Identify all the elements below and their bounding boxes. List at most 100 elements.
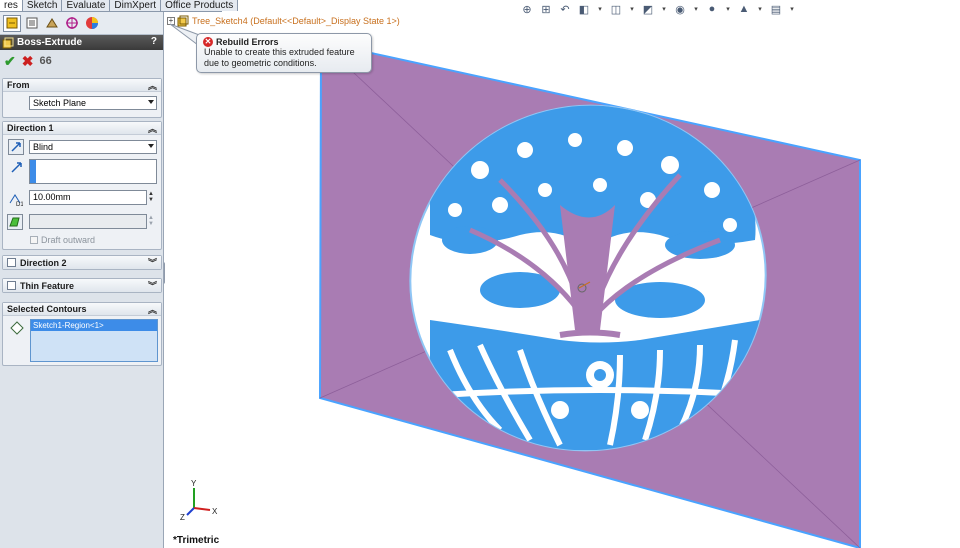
extrude-icon — [2, 37, 14, 48]
chevron-down-icon[interactable]: ▾ — [724, 2, 732, 16]
section-view-icon[interactable]: ◧ — [577, 2, 591, 16]
draft-outward-checkbox[interactable] — [30, 236, 38, 244]
zoom-to-area-icon[interactable]: ⊞ — [539, 2, 553, 16]
configuration-icon — [46, 18, 58, 28]
command-manager-tabs: res Sketch Evaluate DimXpert Office Prod… — [0, 0, 239, 12]
selected-contours-group-header[interactable]: Selected Contours ︽ — [3, 303, 161, 316]
help-button[interactable]: ? — [151, 36, 157, 47]
chevron-down-icon[interactable]: ▾ — [660, 2, 668, 16]
feature-tree-icon — [6, 17, 18, 29]
selected-contours-label: Selected Contours — [7, 304, 87, 314]
selected-contours-list[interactable]: Sketch1-Region<1> — [30, 319, 158, 362]
tab-office-products[interactable]: Office Products — [161, 0, 239, 11]
crosshair-icon — [66, 17, 78, 29]
direction2-label: Direction 2 — [20, 257, 67, 268]
selected-contours-group: Selected Contours ︽ Sketch1-Region<1> — [2, 302, 162, 366]
view-settings-icon[interactable]: ▤ — [769, 2, 783, 16]
part-name: Tree_Sketch4 (Default<<Default>_Display … — [192, 16, 400, 26]
x-axis-label: X — [212, 507, 218, 516]
display-manager-tab[interactable] — [83, 15, 101, 32]
direction2-group-header[interactable]: Direction 2 ︾ — [3, 256, 161, 269]
tab-sketch[interactable]: Sketch — [22, 0, 63, 11]
from-label: From — [7, 80, 30, 90]
draft-angle-input[interactable] — [29, 214, 147, 229]
chevron-down-icon[interactable]: ▾ — [692, 2, 700, 16]
property-manager-panel: Boss-Extrude ? ✔ ✖ 66 From ︽ Sketch Plan… — [0, 12, 164, 548]
model-view[interactable] — [165, 12, 960, 548]
thin-feature-checkbox[interactable] — [7, 281, 16, 290]
cancel-x-icon[interactable]: ✖ — [22, 54, 34, 68]
graphics-area[interactable] — [165, 12, 960, 548]
from-select[interactable]: Sketch Plane — [29, 96, 157, 110]
rebuild-error-line1: Unable to create this extruded feature — [204, 47, 355, 57]
property-manager-actions: ✔ ✖ 66 — [0, 50, 163, 72]
dropdown-arrow-icon — [148, 100, 154, 104]
y-axis-label: Y — [191, 479, 197, 488]
svg-text:D1: D1 — [16, 202, 23, 207]
display-style-icon[interactable]: ◩ — [641, 2, 655, 16]
scene-icon[interactable]: ▲ — [737, 2, 751, 16]
feature-title: Boss-Extrude — [17, 37, 83, 48]
direction2-group: Direction 2 ︾ — [2, 255, 162, 270]
appearance-icon[interactable]: ● — [705, 2, 719, 16]
heads-up-view-toolbar: ⊕ ⊞ ↶ ◧ ▾ ◫ ▾ ◩ ▾ ◉ ▾ ● ▾ ▲ ▾ ▤ ▾ — [520, 2, 796, 16]
end-condition-select[interactable]: Blind — [29, 140, 157, 154]
list-item[interactable]: Sketch1-Region<1> — [31, 320, 157, 331]
from-group-header[interactable]: From ︽ — [3, 79, 161, 92]
direction1-group-header[interactable]: Direction 1 ︽ — [3, 122, 161, 135]
draft-outward-label: Draft outward — [41, 235, 96, 245]
rebuild-error-title-row: ✕ Rebuild Errors — [203, 37, 365, 47]
reverse-direction-icon[interactable] — [8, 139, 24, 155]
tab-features[interactable]: res — [0, 0, 23, 11]
configuration-manager-tab[interactable] — [43, 15, 61, 32]
direction1-label: Direction 1 — [7, 123, 54, 133]
chevron-down-icon[interactable]: ▾ — [756, 2, 764, 16]
end-condition-value: Blind — [33, 142, 54, 152]
draft-angle-spinner[interactable]: ▲ ▼ — [148, 215, 154, 227]
solidworks-window: res Sketch Evaluate DimXpert Office Prod… — [0, 0, 960, 548]
direction1-group: Direction 1 ︽ Blind D1 10.00mm ▲ ▼ ▲ ▼ Dr — [2, 121, 162, 250]
expand-chevron-icon[interactable]: ︾ — [148, 279, 157, 292]
detailed-preview-icon[interactable]: 66 — [39, 54, 51, 68]
x-axis-line — [193, 507, 211, 511]
direction-reference-field[interactable] — [29, 159, 157, 184]
tab-evaluate[interactable]: Evaluate — [62, 0, 111, 11]
chevron-down-icon[interactable]: ▾ — [788, 2, 796, 16]
chevron-down-icon[interactable]: ▾ — [596, 2, 604, 16]
depth-input[interactable]: 10.00mm — [29, 190, 147, 205]
chevron-down-icon[interactable]: ▾ — [628, 2, 636, 16]
property-manager-title: Boss-Extrude ? — [0, 35, 163, 50]
feature-manager-tab[interactable] — [3, 14, 21, 32]
thin-feature-group: Thin Feature ︾ — [2, 278, 162, 293]
hide-show-items-icon[interactable]: ◉ — [673, 2, 687, 16]
ok-checkmark-icon[interactable]: ✔ — [4, 54, 16, 68]
contour-diamond-icon — [10, 321, 24, 335]
zoom-to-fit-icon[interactable]: ⊕ — [520, 2, 534, 16]
active-selection-marker — [30, 160, 36, 183]
thin-feature-group-header[interactable]: Thin Feature ︾ — [3, 279, 161, 292]
expand-chevron-icon[interactable]: ︾ — [148, 256, 157, 269]
collapse-chevron-icon[interactable]: ︽ — [148, 79, 157, 92]
dropdown-arrow-icon — [148, 144, 154, 148]
collapse-chevron-icon[interactable]: ︽ — [148, 122, 157, 135]
depth-spinner[interactable]: ▲ ▼ — [148, 191, 154, 203]
depth-dimension-icon: D1 — [9, 194, 23, 207]
draft-outward-row[interactable]: Draft outward — [30, 235, 95, 245]
draft-toggle-icon[interactable] — [7, 214, 23, 230]
rebuild-error-line2: due to geometric conditions. — [204, 58, 317, 68]
previous-view-icon[interactable]: ↶ — [558, 2, 572, 16]
thin-feature-label: Thin Feature — [20, 280, 75, 291]
color-wheel-icon — [86, 17, 98, 29]
direction-vector-icon — [11, 162, 22, 173]
view-orientation-icon[interactable]: ◫ — [609, 2, 623, 16]
error-icon: ✕ — [203, 37, 213, 47]
from-select-value: Sketch Plane — [33, 98, 87, 108]
rebuild-error-message: Unable to create this extruded feature d… — [204, 47, 365, 69]
dimxpert-manager-tab[interactable] — [63, 15, 81, 32]
z-axis-label: Z — [180, 513, 185, 522]
collapse-chevron-icon[interactable]: ︽ — [148, 303, 157, 316]
tab-dimxpert[interactable]: DimXpert — [110, 0, 162, 11]
property-manager-tab[interactable] — [23, 15, 41, 32]
direction2-checkbox[interactable] — [7, 258, 16, 267]
rebuild-error-title: Rebuild Errors — [216, 37, 279, 47]
